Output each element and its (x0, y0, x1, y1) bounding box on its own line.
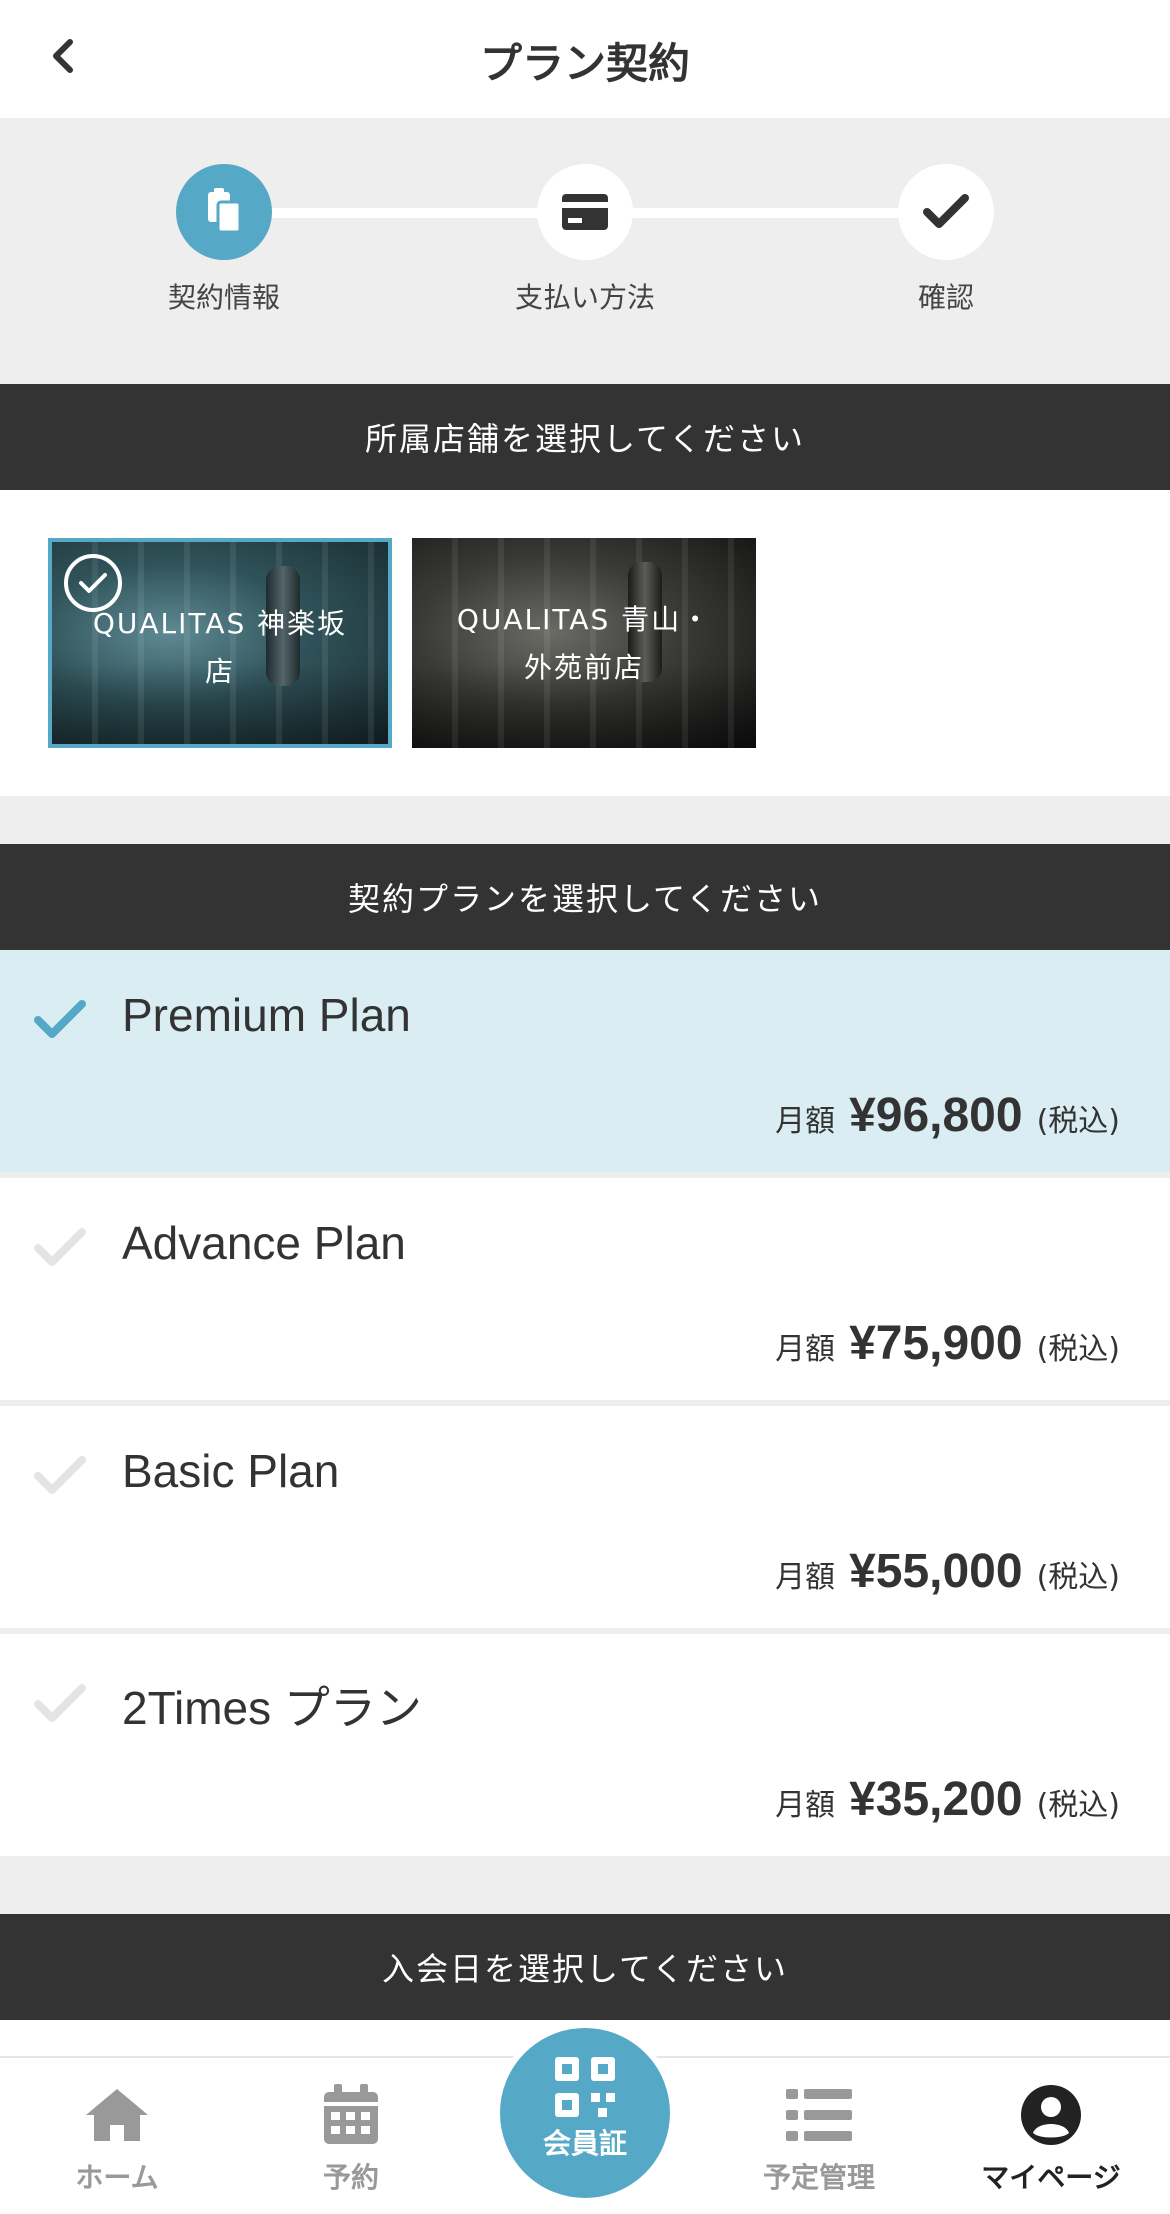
page-title: プラン契約 (479, 39, 690, 88)
check-icon (34, 1228, 86, 1266)
progress-stepper: 契約情報 支払い方法 確認 (0, 118, 1170, 384)
price-amount: ¥75,900 (849, 1317, 1023, 1370)
checkmark-icon (898, 164, 994, 260)
nav-mypage[interactable]: マイページ (956, 2080, 1146, 2196)
store-card-kagurazaka[interactable]: QUALITAS 神楽坂店 (48, 538, 392, 748)
home-icon (77, 2080, 157, 2150)
plan-price: 月額 ¥55,000 (税込) (775, 1544, 1120, 1599)
nav-membership-card[interactable]: 会員証 (494, 2022, 676, 2204)
price-amount: ¥96,800 (849, 1089, 1023, 1142)
step-label: 契約情報 (167, 281, 280, 314)
nav-label: 予約 (322, 2161, 379, 2194)
store-name: QUALITAS 青山・外苑前店 (456, 603, 712, 684)
step-label: 確認 (917, 281, 974, 314)
section-spacer (0, 796, 1170, 844)
price-prefix: 月額 (775, 1104, 836, 1139)
price-prefix: 月額 (775, 1788, 836, 1823)
check-icon (34, 1456, 86, 1494)
plan-price: 月額 ¥35,200 (税込) (775, 1772, 1120, 1827)
credit-card-icon (537, 164, 633, 260)
user-icon (1011, 2080, 1091, 2150)
store-section-header: 所属店舗を選択してください (0, 384, 1170, 490)
app-header: プラン契約 (0, 0, 1170, 118)
plan-section-header: 契約プランを選択してください (0, 844, 1170, 950)
calendar-icon (311, 2080, 391, 2150)
price-suffix: (税込) (1036, 1560, 1120, 1595)
price-prefix: 月額 (775, 1332, 836, 1367)
nav-label: ホーム (75, 2161, 159, 2194)
section-spacer (0, 1856, 1170, 1914)
step-contract-info: 契約情報 (104, 164, 344, 316)
step-confirm: 確認 (826, 164, 1066, 316)
plan-option-basic[interactable]: Basic Plan 月額 ¥55,000 (税込) (0, 1406, 1170, 1628)
documents-icon (176, 164, 272, 260)
step-payment-method: 支払い方法 (465, 164, 705, 316)
plan-option-advance[interactable]: Advance Plan 月額 ¥75,900 (税込) (0, 1178, 1170, 1400)
price-suffix: (税込) (1036, 1332, 1120, 1367)
check-icon (34, 1000, 86, 1038)
nav-label: 予定管理 (762, 2161, 875, 2194)
price-suffix: (税込) (1036, 1788, 1120, 1823)
selected-check-icon (64, 554, 122, 612)
store-card-aoyama[interactable]: QUALITAS 青山・外苑前店 (412, 538, 756, 748)
plan-name: 2Times プラン (122, 1682, 422, 1734)
check-icon (34, 1684, 86, 1722)
plan-option-premium[interactable]: Premium Plan 月額 ¥96,800 (税込) (0, 950, 1170, 1172)
qr-code-icon (545, 2054, 625, 2120)
nav-reservation[interactable]: 予約 (256, 2080, 446, 2196)
nav-label: マイページ (981, 2161, 1121, 2194)
price-suffix: (税込) (1036, 1104, 1120, 1139)
price-amount: ¥35,200 (849, 1773, 1023, 1826)
plan-name: Advance Plan (122, 1217, 406, 1269)
plan-price: 月額 ¥75,900 (税込) (775, 1316, 1120, 1371)
nav-label: 会員証 (542, 2127, 627, 2160)
price-prefix: 月額 (775, 1560, 836, 1595)
nav-schedule[interactable]: 予定管理 (724, 2080, 914, 2196)
plan-price: 月額 ¥96,800 (税込) (775, 1088, 1120, 1143)
plan-option-2times[interactable]: 2Times プラン 月額 ¥35,200 (税込) (0, 1634, 1170, 1856)
join-date-section-header: 入会日を選択してください (0, 1914, 1170, 2020)
step-label: 支払い方法 (514, 281, 655, 314)
plan-name: Basic Plan (122, 1445, 340, 1497)
price-amount: ¥55,000 (849, 1545, 1023, 1598)
nav-home[interactable]: ホーム (22, 2080, 212, 2196)
list-icon (779, 2080, 859, 2150)
store-list: QUALITAS 神楽坂店 QUALITAS 青山・外苑前店 (0, 490, 1170, 796)
store-name: QUALITAS 神楽坂店 (92, 607, 348, 688)
plan-name: Premium Plan (122, 989, 411, 1041)
